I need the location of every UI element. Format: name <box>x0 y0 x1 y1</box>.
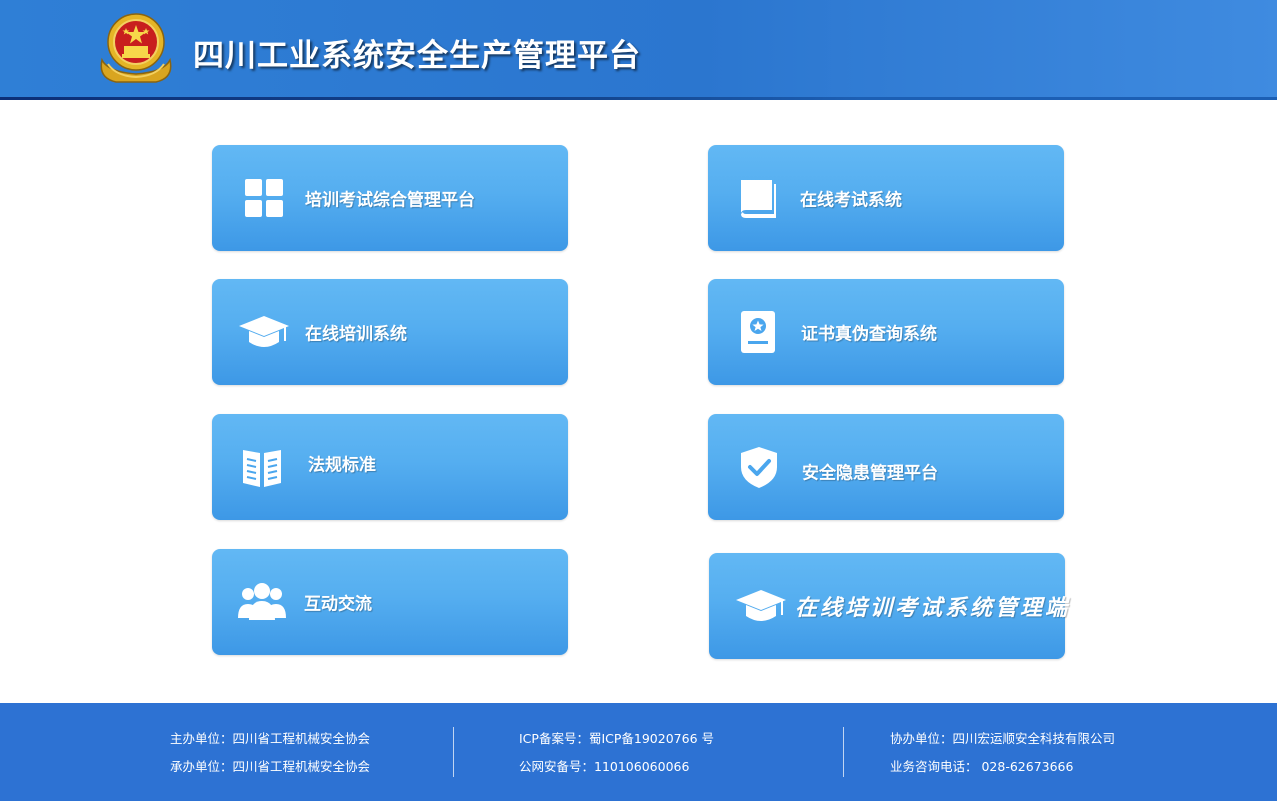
footer-organizer: 承办单位：四川省工程机械安全协会 <box>170 759 371 774</box>
footer-sponsors: 主办单位：四川省工程机械安全协会 承办单位：四川省工程机械安全协会 <box>170 725 370 781</box>
footer-phone: 业务咨询电话： 028-62673666 <box>890 759 1074 774</box>
footer-divider <box>843 727 844 777</box>
tile-label: 法规标准 <box>308 455 376 476</box>
footer-icp[interactable]: ICP备案号：蜀ICP备19020766 号 <box>519 725 714 753</box>
tile-training-exam-platform[interactable]: 培训考试综合管理平台 <box>212 145 568 251</box>
tile-online-exam[interactable]: 在线考试系统 <box>708 145 1064 251</box>
footer-host: 主办单位：四川省工程机械安全协会 <box>170 731 371 746</box>
certificate-icon <box>741 311 775 353</box>
tile-hazard-management[interactable]: 安全隐患管理平台 <box>708 414 1064 520</box>
tile-label: 安全隐患管理平台 <box>802 463 938 484</box>
open-book-icon <box>243 450 281 487</box>
tile-label: 互动交流 <box>304 594 372 615</box>
shield-check-icon <box>741 447 777 488</box>
users-icon <box>238 583 286 620</box>
footer-divider <box>453 727 454 777</box>
tile-label: 在线考试系统 <box>800 190 902 211</box>
tile-label: 在线培训系统 <box>305 324 407 345</box>
tile-label: 证书真伪查询系统 <box>801 324 937 345</box>
footer-police[interactable]: 公网安备号：110106060066 <box>519 753 714 781</box>
tile-regulations[interactable]: 法规标准 <box>212 414 568 520</box>
footer-contact: 协办单位：四川宏运顺安全科技有限公司 业务咨询电话： 028-62673666 <box>890 725 1115 781</box>
footer-registration: ICP备案号：蜀ICP备19020766 号 公网安备号：11010606006… <box>519 725 714 781</box>
footer-cohost: 协办单位：四川宏运顺安全科技有限公司 <box>890 731 1116 746</box>
tile-interaction[interactable]: 互动交流 <box>212 549 568 655</box>
tile-label: 在线培训考试系统管理端 <box>795 595 1071 621</box>
site-title: 四川工业系统安全生产管理平台 <box>193 38 641 74</box>
graduation-cap-icon <box>239 316 289 347</box>
tile-label: 培训考试综合管理平台 <box>305 190 475 211</box>
header-banner: 四川工业系统安全生产管理平台 <box>0 0 1277 100</box>
tile-certificate-verify[interactable]: 证书真伪查询系统 <box>708 279 1064 385</box>
grid-icon <box>245 179 283 217</box>
tile-admin-console[interactable]: 在线培训考试系统管理端 <box>709 553 1067 659</box>
tile-online-training[interactable]: 在线培训系统 <box>212 279 568 385</box>
book-icon <box>741 180 776 218</box>
national-emblem-icon <box>100 13 172 83</box>
footer: 主办单位：四川省工程机械安全协会 承办单位：四川省工程机械安全协会 ICP备案号… <box>0 703 1277 801</box>
graduation-cap-icon <box>736 590 786 621</box>
